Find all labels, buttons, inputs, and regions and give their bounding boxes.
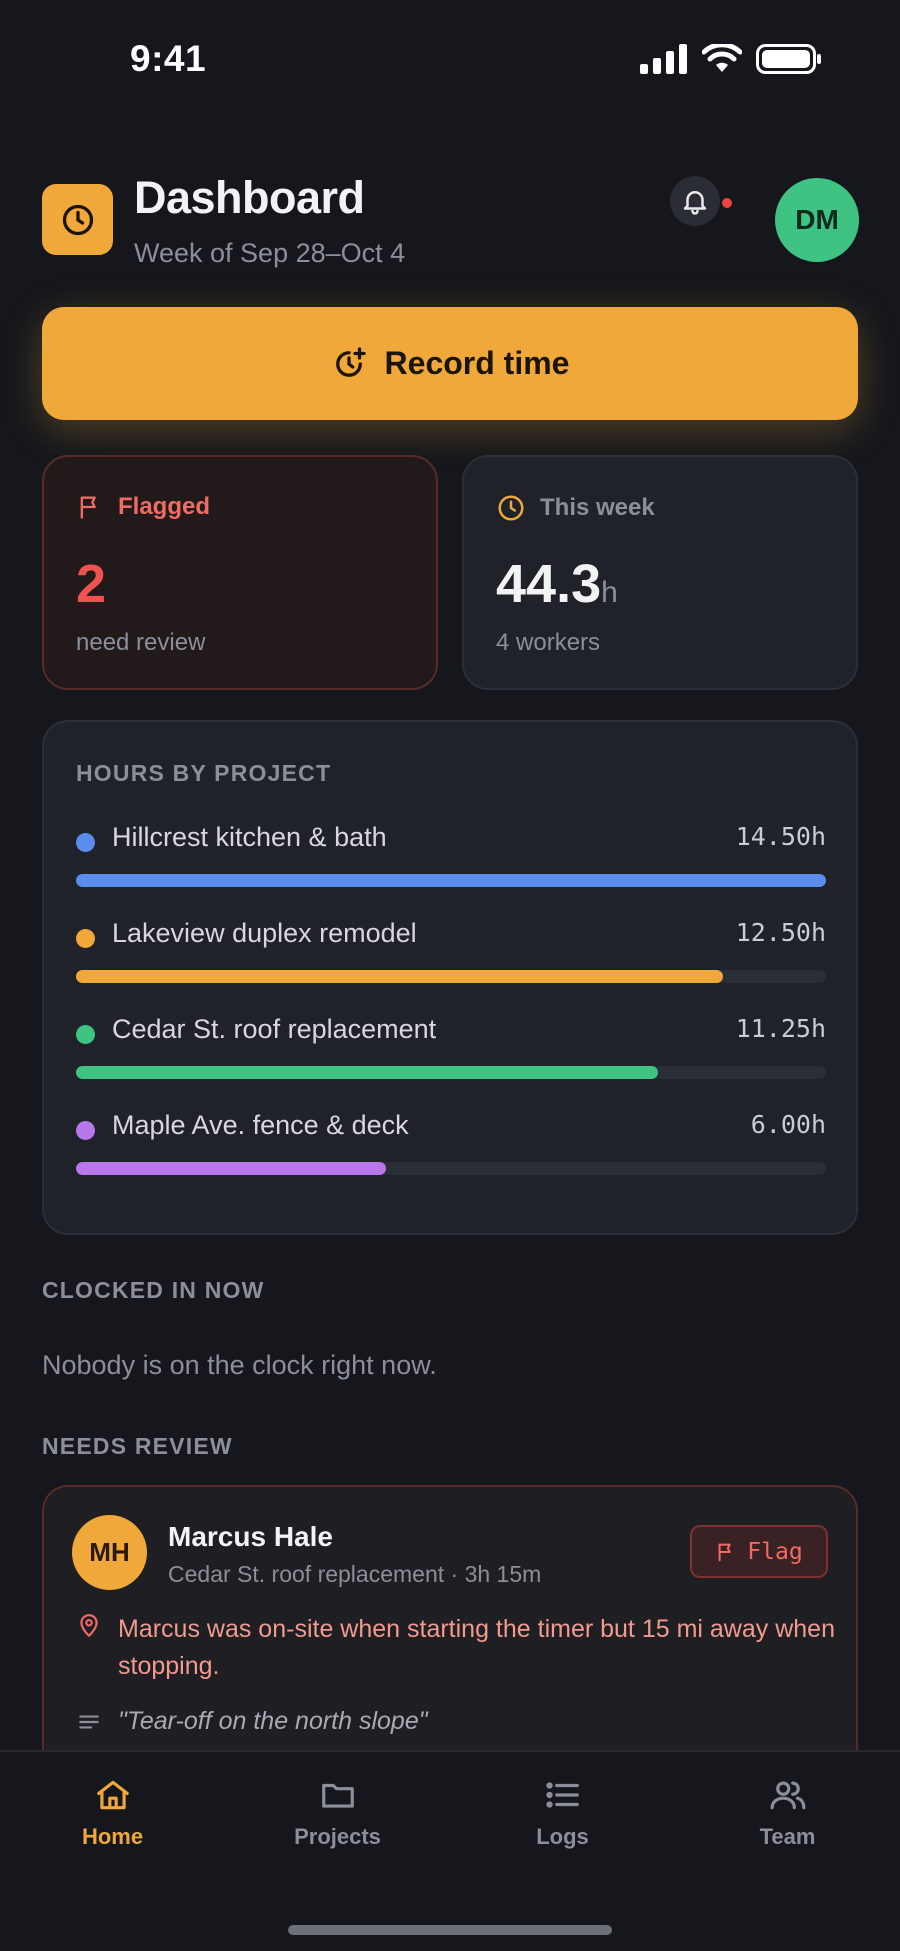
warning-text: Marcus was on-site when starting the tim… [118,1615,835,1680]
flag-icon [80,496,96,519]
wifi-icon [702,44,742,72]
needs-review-title: NEEDS REVIEW [42,1433,233,1459]
flagged-note: need review [76,629,206,656]
this-week-label: This week [540,494,655,521]
bell-icon [683,191,707,215]
project-hours: 6.00h [750,1110,826,1139]
tab-label: Projects [294,1824,381,1849]
list-icon [545,1782,579,1808]
project-name: Lakeview duplex remodel [112,918,417,948]
this-week-card[interactable]: This week 44.3h 4 workers [462,455,858,690]
project-color-dot [76,929,95,948]
status-time: 9:41 [130,38,207,79]
tab-label: Home [81,1824,144,1849]
project-hours: 14.50h [735,822,826,851]
project-row[interactable]: Hillcrest kitchen & bath 14.50h [76,822,826,892]
project-row[interactable]: Maple Ave. fence & deck 6.00h [76,1110,826,1180]
project-color-dot [76,1025,95,1044]
record-time-button[interactable]: Record time [42,307,858,420]
project-name: Hillcrest kitchen & bath [112,822,387,852]
user-avatar[interactable]: DM [775,178,859,262]
tab-home[interactable]: Home [0,1776,225,1876]
app-logo [42,184,113,255]
clock-plus-icon [335,346,366,377]
battery-icon [756,44,821,74]
clocked-in-empty-text: Nobody is on the clock right now. [42,1350,437,1380]
worker-name: Marcus Hale [168,1521,333,1552]
project-row[interactable]: Lakeview duplex remodel 12.50h [76,918,826,988]
hours-by-project-card: HOURS BY PROJECT Hillcrest kitchen & bat… [42,720,858,1235]
flag-button-label: Flag [747,1538,803,1565]
this-week-header: This week [496,493,655,523]
project-name: Cedar St. roof replacement [112,1014,437,1044]
note-text: "Tear-off on the north slope" [118,1707,428,1735]
folder-icon [321,1783,354,1808]
users-icon [770,1781,805,1810]
project-bar-fill [76,1162,387,1175]
clock-icon [62,204,93,235]
tab-label: Team [759,1824,816,1849]
signal-icon [640,44,687,74]
project-color-dot [76,1121,95,1140]
status-icons [640,44,822,74]
project-hours: 12.50h [735,918,826,947]
record-time-label: Record time [384,345,570,381]
project-hours: 11.25h [735,1014,826,1043]
hours-by-project-title: HOURS BY PROJECT [76,760,332,786]
location-pin-icon [80,1614,98,1637]
status-bar: 9:41 [0,0,900,120]
project-color-dot [76,833,95,852]
project-name: Maple Ave. fence & deck [112,1110,409,1140]
project-bar-track [76,874,826,887]
project-row[interactable]: Cedar St. roof replacement 11.25h [76,1014,826,1084]
worker-avatar: MH [72,1515,147,1590]
tab-projects[interactable]: Projects [225,1776,450,1876]
workers-count: 4 workers [496,629,601,656]
project-bar-track [76,1066,826,1079]
dashboard-header: Dashboard Week of Sep 28–Oct 4 DM [42,172,859,282]
flagged-header: Flagged [76,493,210,521]
project-bar-fill [76,874,826,887]
project-bar-track [76,1162,826,1175]
flag-icon [718,1543,731,1561]
tab-logs[interactable]: Logs [450,1776,675,1876]
home-icon [96,1780,129,1810]
week-hours-unit: h [601,576,618,609]
project-bar-track [76,970,826,983]
note-lines-icon [79,1715,99,1729]
clock-icon [498,495,524,521]
week-hours-number: 44.3 [496,554,602,614]
project-bar-fill [76,970,723,983]
review-item-card[interactable]: MH Marcus Hale Cedar St. roof replacemen… [42,1485,858,1785]
flag-button[interactable]: Flag [690,1525,828,1578]
review-meta: Cedar St. roof replacement · 3h 15m [168,1561,542,1587]
flagged-count: 2 [76,554,107,614]
week-hours-value: 44.3h [496,553,618,615]
week-range: Week of Sep 28–Oct 4 [134,238,406,268]
tab-label: Logs [536,1824,589,1849]
home-indicator [288,1925,612,1935]
notification-badge [722,198,732,208]
bottom-tab-bar: Home Projects Logs Team [0,1750,900,1951]
project-bar-fill [76,1066,658,1079]
flagged-card[interactable]: Flagged 2 need review [42,455,438,690]
clocked-in-title: CLOCKED IN NOW [42,1277,265,1303]
notifications-button[interactable] [670,176,720,226]
tab-team[interactable]: Team [675,1776,900,1876]
flagged-label: Flagged [118,493,211,520]
page-title: Dashboard [134,172,365,223]
